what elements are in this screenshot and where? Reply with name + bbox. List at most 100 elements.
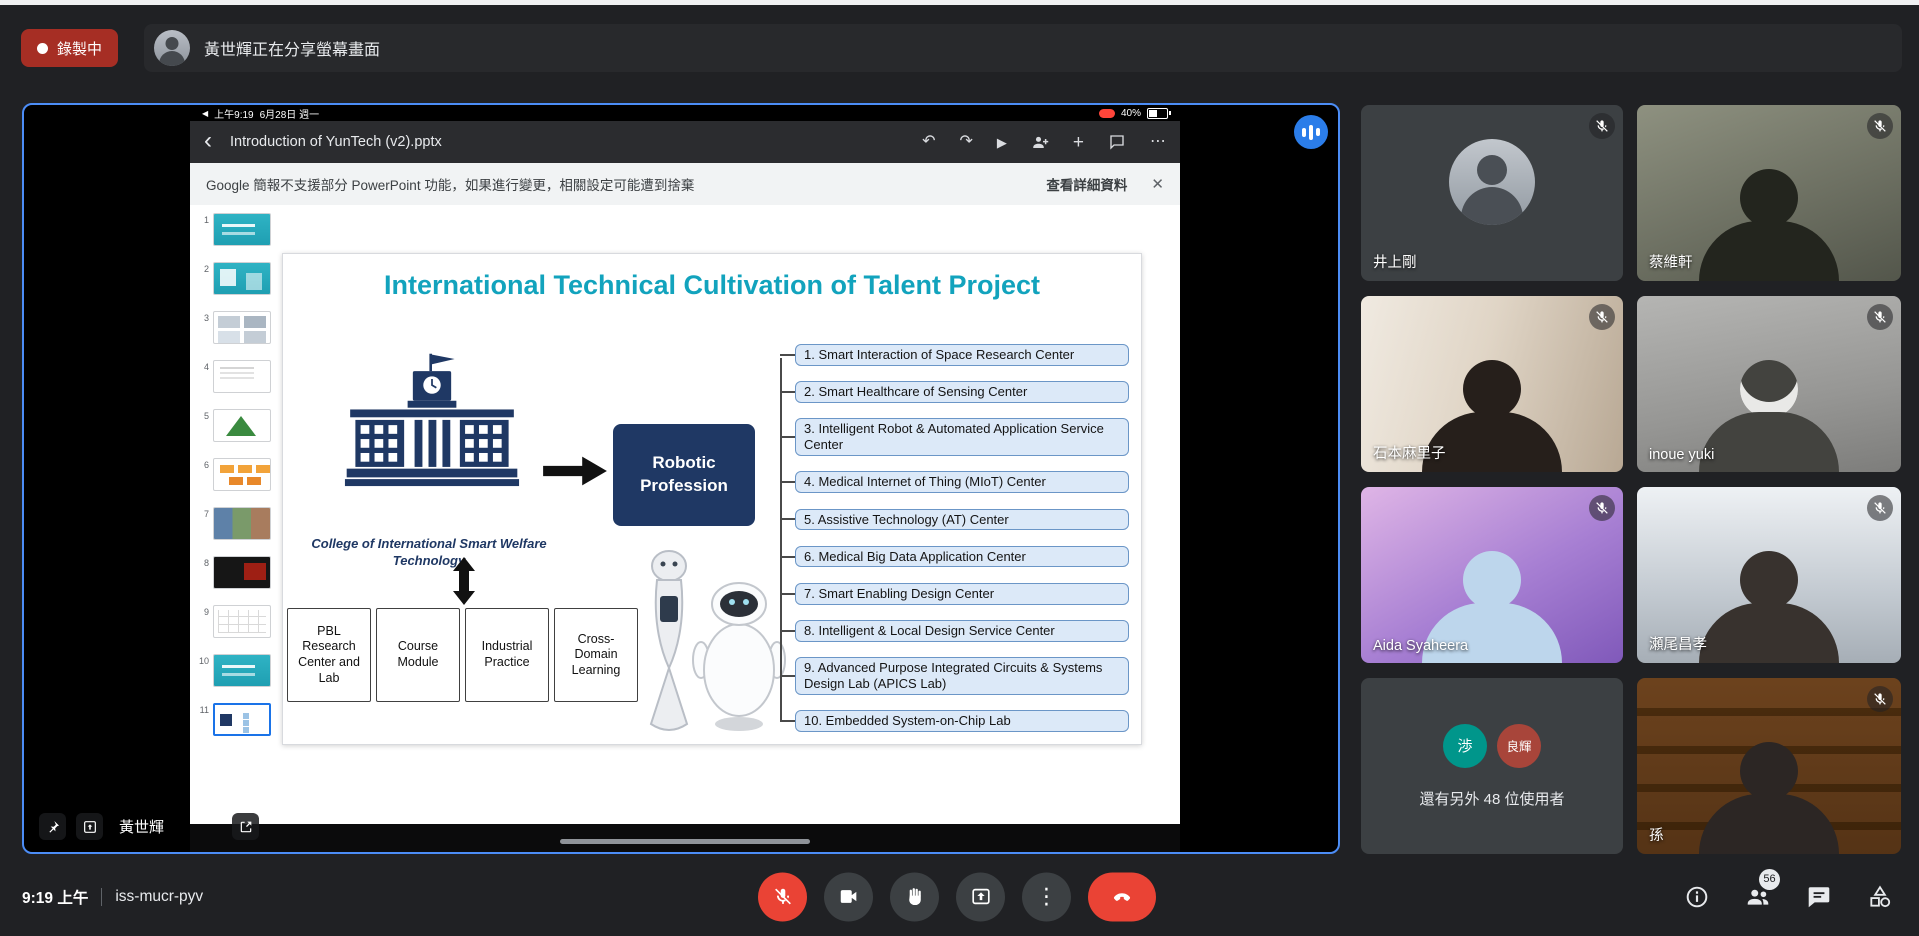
present-screen-button[interactable] [956, 872, 1005, 921]
mic-off-icon [1867, 304, 1893, 330]
battery-percent: 40% [1121, 108, 1141, 119]
pin-button[interactable] [39, 813, 66, 840]
activities-button[interactable] [1867, 884, 1893, 910]
right-arrow-icon [539, 452, 611, 490]
slide-thumbnail [213, 458, 271, 491]
divider [101, 888, 102, 906]
slide-number: 2 [197, 262, 209, 274]
participant-name: Aida Syaheera [1373, 638, 1468, 654]
center-item: 7. Smart Enabling Design Center [795, 583, 1129, 605]
center-item: 8. Intelligent & Local Design Service Ce… [795, 620, 1129, 642]
center-list: 1. Smart Interaction of Space Research C… [795, 344, 1129, 732]
open-in-new-button[interactable] [232, 813, 259, 840]
end-call-button[interactable] [1088, 872, 1156, 921]
add-icon: + [1073, 133, 1084, 152]
document-title: Introduction of YunTech (v2).pptx [230, 134, 442, 150]
participant-tile[interactable]: 孫 [1637, 678, 1901, 854]
slide-thumbnail [213, 213, 271, 246]
slide-thumbnail [213, 507, 271, 540]
slide-number: 11 [197, 703, 209, 715]
call-controls: ⋮ [758, 872, 1156, 921]
comment-icon [1108, 133, 1126, 151]
slide-number: 5 [197, 409, 209, 421]
participant-tile[interactable]: 蔡維軒 [1637, 105, 1901, 281]
vertical-ellipsis-icon: ⋮ [1036, 886, 1058, 908]
recording-dot-icon [37, 43, 48, 54]
notice-close-icon: ✕ [1151, 175, 1164, 193]
popout-button[interactable] [76, 813, 103, 840]
participant-silhouette [1689, 742, 1849, 854]
status-bar-right: 40% [1099, 108, 1168, 119]
robots-illustration [627, 540, 787, 740]
mic-off-icon [1589, 304, 1615, 330]
participant-name: 孫 [1649, 824, 1664, 845]
program-box: Course Module [376, 608, 460, 702]
participants-button[interactable]: 56 [1745, 884, 1771, 910]
redo-icon: ↷ [959, 134, 972, 150]
center-item: 2. Smart Healthcare of Sensing Center [795, 381, 1129, 403]
meeting-code: iss-mucr-pyv [115, 888, 203, 906]
screen-share-banner-text: 黃世輝正在分享螢幕畫面 [204, 36, 380, 60]
meeting-details-button[interactable] [1684, 884, 1710, 910]
participant-tile[interactable]: 瀬尾昌孝 [1637, 487, 1901, 663]
participant-silhouette [1689, 551, 1849, 663]
share-tile-overlay: 黃世輝 [39, 813, 259, 840]
compatibility-notice-bar: Google 簡報不支援部分 PowerPoint 功能，如果進行變更，相關設定… [190, 163, 1180, 205]
participant-tile[interactable]: 井上剛 [1361, 105, 1623, 281]
program-box: Cross-Domain Learning [554, 608, 638, 702]
mic-toggle-button[interactable] [758, 872, 807, 921]
chat-button[interactable] [1806, 884, 1832, 910]
up-down-arrow-icon [449, 556, 479, 606]
participant-tile[interactable]: 石本麻里子 [1361, 296, 1623, 472]
slide-thumbnail [213, 311, 271, 344]
slides-toolbar: ‹ Introduction of YunTech (v2).pptx ↶ ↷ … [190, 121, 1180, 163]
slide-thumbnail [213, 654, 271, 687]
slide-thumbnail-row: 9 [197, 605, 280, 638]
device-bottom-strip [190, 824, 1180, 852]
center-item: 10. Embedded System-on-Chip Lab [795, 710, 1129, 732]
slide-thumbnail-row: 2 [197, 262, 280, 295]
slide-number: 7 [197, 507, 209, 519]
program-boxes: PBL Research Center and Lab Course Modul… [287, 608, 638, 702]
notice-text: Google 簡報不支援部分 PowerPoint 功能，如果進行變更，相關設定… [206, 174, 694, 194]
participant-tile[interactable]: Aida Syaheera [1361, 487, 1623, 663]
presenter-avatar [154, 30, 190, 66]
undo-icon: ↶ [922, 134, 935, 150]
overflow-avatars: 渉 良輝 [1443, 724, 1541, 768]
slide-number: 9 [197, 605, 209, 617]
current-slide: International Technical Cultivation of T… [282, 253, 1142, 745]
screen-share-tile[interactable]: ◀ 上午9:19 6月28日 週一 40% ‹ Introduction of … [22, 103, 1340, 854]
robotic-profession-box: Robotic Profession [613, 424, 755, 526]
meet-bottom-bar: 9:19 上午 iss-mucr-pyv ⋮ [0, 857, 1919, 936]
more-options-icon: ⋯ [1150, 134, 1166, 150]
meet-window: 錄製中 黃世輝正在分享螢幕畫面 ◀ 上午9:19 6月28日 週一 40% ‹ … [0, 0, 1919, 936]
notice-details-link: 查看詳細資料 [1046, 174, 1127, 194]
center-item: 6. Medical Big Data Application Center [795, 546, 1129, 568]
mic-off-icon [1589, 113, 1615, 139]
college-label: College of International Smart Welfare T… [309, 536, 549, 570]
back-chevron-icon: ‹ [204, 129, 212, 153]
slide-title: International Technical Cultivation of T… [283, 270, 1141, 301]
more-participants-label: 還有另外 48 位使用者 [1419, 788, 1564, 809]
mic-off-icon [1867, 113, 1893, 139]
camera-toggle-button[interactable] [824, 872, 873, 921]
slide-thumbnail-rail: 1 2 3 [190, 213, 280, 824]
device-time: 上午9:19 [214, 106, 253, 121]
meeting-panels: 56 [1684, 884, 1893, 910]
slide-thumbnail [213, 556, 271, 589]
audio-playing-indicator-icon [1294, 115, 1328, 149]
mic-off-icon [1867, 686, 1893, 712]
participant-tile[interactable]: inoue yuki [1637, 296, 1901, 472]
more-options-button[interactable]: ⋮ [1022, 872, 1071, 921]
participants-grid: 井上剛 蔡維軒 [1361, 105, 1901, 854]
slide-thumbnail-row: 4 [197, 360, 280, 393]
program-box: Industrial Practice [465, 608, 549, 702]
browser-chrome-strip [0, 0, 1919, 5]
slide-thumbnail-row: 10 [197, 654, 280, 687]
raise-hand-button[interactable] [890, 872, 939, 921]
slide-thumbnail [213, 703, 271, 736]
home-indicator [560, 839, 810, 844]
center-item: 5. Assistive Technology (AT) Center [795, 509, 1129, 531]
slide-thumbnail-row: 8 [197, 556, 280, 589]
participant-tile[interactable]: 渉 良輝 還有另外 48 位使用者 [1361, 678, 1623, 854]
